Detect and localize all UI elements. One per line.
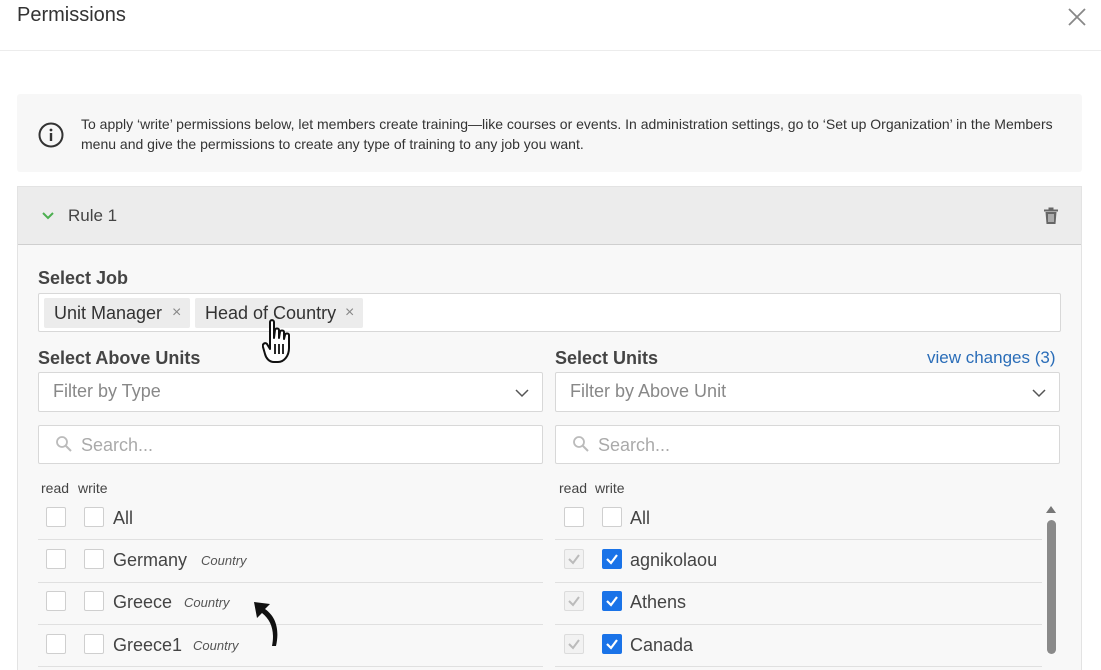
row-divider <box>555 624 1042 625</box>
check-icon <box>568 554 580 565</box>
above-units-search-input[interactable] <box>81 432 521 458</box>
write-column-header: write <box>595 480 625 496</box>
unit-name: Greece1 <box>113 635 183 655</box>
read-column-header: read <box>559 480 588 496</box>
row-divider <box>38 582 543 583</box>
write-checkbox[interactable] <box>84 634 104 654</box>
unit-name: Greece <box>113 592 173 612</box>
unit-name: agnikolaou <box>630 550 718 570</box>
unit-type: Country <box>193 638 239 653</box>
unit-name: Germany <box>113 550 188 570</box>
write-all-checkbox[interactable] <box>602 507 622 527</box>
select-above-units-label: Select Above Units <box>38 348 201 368</box>
read-checkbox[interactable] <box>46 549 66 569</box>
check-icon <box>568 596 580 607</box>
info-text: To apply ‘write’ permissions below, let … <box>81 116 1053 152</box>
info-banner: To apply ‘write’ permissions below, let … <box>17 94 1082 172</box>
read-all-checkbox[interactable] <box>46 507 66 527</box>
unit-name: Athens <box>630 592 687 612</box>
dialog-title: Permissions <box>17 4 126 26</box>
all-label: All <box>630 508 651 528</box>
view-changes-link[interactable]: view changes (3) <box>927 348 1056 368</box>
write-checkbox[interactable] <box>84 549 104 569</box>
search-icon <box>56 436 72 452</box>
row-divider <box>555 666 1042 667</box>
job-multiselect[interactable]: Unit Manager × Head of Country × <box>38 293 1061 332</box>
filter-by-above-unit-select[interactable]: Filter by Above Unit <box>555 372 1060 412</box>
close-icon[interactable] <box>1066 6 1088 28</box>
write-checkbox-checked[interactable] <box>602 549 622 569</box>
row-divider <box>38 666 543 667</box>
write-checkbox-checked[interactable] <box>602 634 622 654</box>
units-search-input[interactable] <box>598 432 1038 458</box>
write-checkbox[interactable] <box>84 591 104 611</box>
row-divider <box>38 539 543 540</box>
remove-tag-icon[interactable]: × <box>172 298 181 328</box>
trash-icon[interactable] <box>1043 207 1059 225</box>
write-column-header: write <box>78 480 108 496</box>
filter-by-type-value: Filter by Type <box>53 381 161 401</box>
read-all-checkbox[interactable] <box>564 507 584 527</box>
chevron-down-icon <box>1032 389 1046 398</box>
hand-pointer-cursor-icon <box>262 319 290 363</box>
all-label: All <box>113 508 134 528</box>
chevron-down-icon[interactable] <box>41 209 55 223</box>
check-icon <box>606 596 618 607</box>
units-search <box>555 425 1060 464</box>
read-checkbox[interactable] <box>46 634 66 654</box>
read-checkbox-checked-disabled <box>564 634 584 654</box>
row-divider <box>555 539 1042 540</box>
rule-title: Rule 1 <box>68 206 118 225</box>
scrollbar-thumb[interactable] <box>1047 520 1056 654</box>
filter-by-type-select[interactable]: Filter by Type <box>38 372 543 412</box>
write-checkbox-checked[interactable] <box>602 591 622 611</box>
unit-type: Country <box>184 595 230 610</box>
curved-arrow-cursor-icon <box>254 602 278 646</box>
unit-type: Country <box>201 553 247 568</box>
read-checkbox[interactable] <box>46 591 66 611</box>
check-icon <box>568 639 580 650</box>
check-icon <box>606 554 618 565</box>
info-icon <box>38 122 64 148</box>
dialog-header: Permissions <box>0 0 1101 51</box>
read-checkbox-checked-disabled <box>564 549 584 569</box>
read-column-header: read <box>41 480 70 496</box>
above-units-search <box>38 425 543 464</box>
check-icon <box>606 639 618 650</box>
search-icon <box>573 436 589 452</box>
row-divider <box>555 582 1042 583</box>
read-checkbox-checked-disabled <box>564 591 584 611</box>
job-tag-label: Unit Manager <box>54 303 163 323</box>
job-tag: Unit Manager × <box>44 298 190 328</box>
unit-name: Canada <box>630 635 694 655</box>
scroll-up-arrow-icon[interactable] <box>1045 504 1057 514</box>
remove-tag-icon[interactable]: × <box>345 298 354 328</box>
write-all-checkbox[interactable] <box>84 507 104 527</box>
select-job-label: Select Job <box>38 268 129 288</box>
chevron-down-icon <box>515 389 529 398</box>
select-units-label: Select Units <box>555 348 659 368</box>
filter-by-above-unit-value: Filter by Above Unit <box>570 381 727 401</box>
row-divider <box>38 624 543 625</box>
rule-header[interactable]: Rule 1 <box>18 187 1081 245</box>
